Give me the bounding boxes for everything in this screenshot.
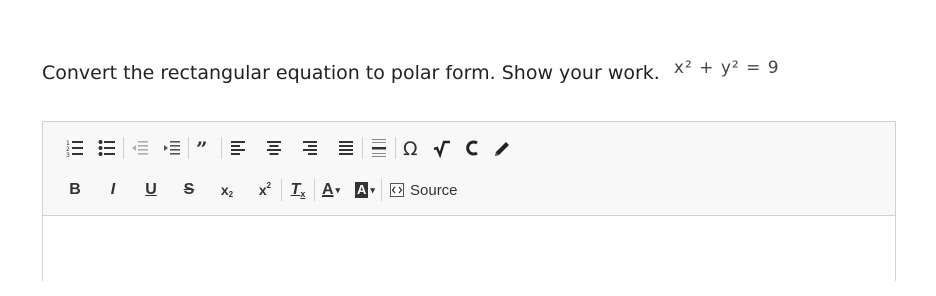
increase-indent-icon[interactable] bbox=[160, 136, 184, 160]
horizontal-line-icon[interactable] bbox=[367, 136, 391, 160]
italic-button[interactable]: I bbox=[101, 178, 125, 202]
editor-toolbar: 1 2 3 ” Ω B I U S x 2 x 2 T x A ▾ A ▾ So… bbox=[43, 122, 895, 215]
question-text: Convert the rectangular equation to pola… bbox=[42, 62, 660, 84]
toolbar-separator bbox=[221, 137, 222, 159]
toolbar-row-1: 1 2 3 ” Ω bbox=[63, 134, 514, 162]
justify-icon[interactable] bbox=[334, 136, 358, 160]
source-icon bbox=[390, 183, 404, 197]
source-button[interactable]: Source bbox=[386, 178, 462, 202]
equation: x² + y² = 9 bbox=[673, 58, 780, 78]
bold-button[interactable]: B bbox=[63, 178, 87, 202]
toolbar-separator bbox=[188, 137, 189, 159]
toolbar-separator bbox=[395, 137, 396, 159]
dropdown-arrow-icon: ▾ bbox=[370, 184, 375, 195]
toolbar-separator bbox=[123, 137, 124, 159]
toolbar-separator bbox=[314, 179, 315, 201]
dropdown-arrow-icon: ▾ bbox=[335, 184, 341, 195]
decrease-indent-icon[interactable] bbox=[128, 136, 152, 160]
blockquote-icon[interactable]: ” bbox=[193, 136, 217, 160]
subscript-button[interactable]: x2 bbox=[215, 178, 239, 202]
toolbar-separator bbox=[362, 137, 363, 159]
numbered-list-icon[interactable]: 1 2 3 bbox=[63, 136, 87, 160]
editor-content-area[interactable] bbox=[43, 215, 895, 296]
toolbar-row-2: B I U S x2 x2 Tx A ▾ A ▾ Source bbox=[63, 176, 462, 204]
remove-format-button[interactable]: Tx bbox=[286, 178, 310, 202]
omega-icon[interactable]: Ω bbox=[400, 136, 424, 160]
subscript-icon: 2 bbox=[228, 189, 234, 199]
svg-text:”: ” bbox=[196, 139, 208, 157]
square-root-icon[interactable] bbox=[430, 136, 454, 160]
toolbar-separator bbox=[281, 179, 282, 201]
svg-text:3: 3 bbox=[66, 152, 70, 157]
underline-button[interactable]: U bbox=[139, 178, 163, 202]
align-right-icon[interactable] bbox=[298, 136, 322, 160]
toolbar-separator bbox=[381, 179, 382, 201]
pencil-icon[interactable] bbox=[490, 136, 514, 160]
question: Convert the rectangular equation to pola… bbox=[42, 58, 780, 84]
source-label: Source bbox=[410, 181, 458, 199]
align-center-icon[interactable] bbox=[262, 136, 286, 160]
bulleted-list-icon[interactable] bbox=[95, 136, 119, 160]
chemistry-icon[interactable] bbox=[460, 136, 484, 160]
rich-text-editor: 1 2 3 ” Ω B I U S x 2 x 2 T x A ▾ A ▾ So… bbox=[42, 121, 896, 296]
text-color-button[interactable]: A ▾ bbox=[319, 178, 343, 202]
superscript-button[interactable]: x2 bbox=[253, 178, 277, 202]
strikethrough-button[interactable]: S bbox=[177, 178, 201, 202]
superscript-icon: 2 bbox=[266, 180, 272, 190]
remove-format-icon: x bbox=[300, 189, 306, 199]
align-left-icon[interactable] bbox=[226, 136, 250, 160]
background-color-button[interactable]: A ▾ bbox=[353, 178, 377, 202]
svg-text:Ω: Ω bbox=[403, 138, 418, 158]
